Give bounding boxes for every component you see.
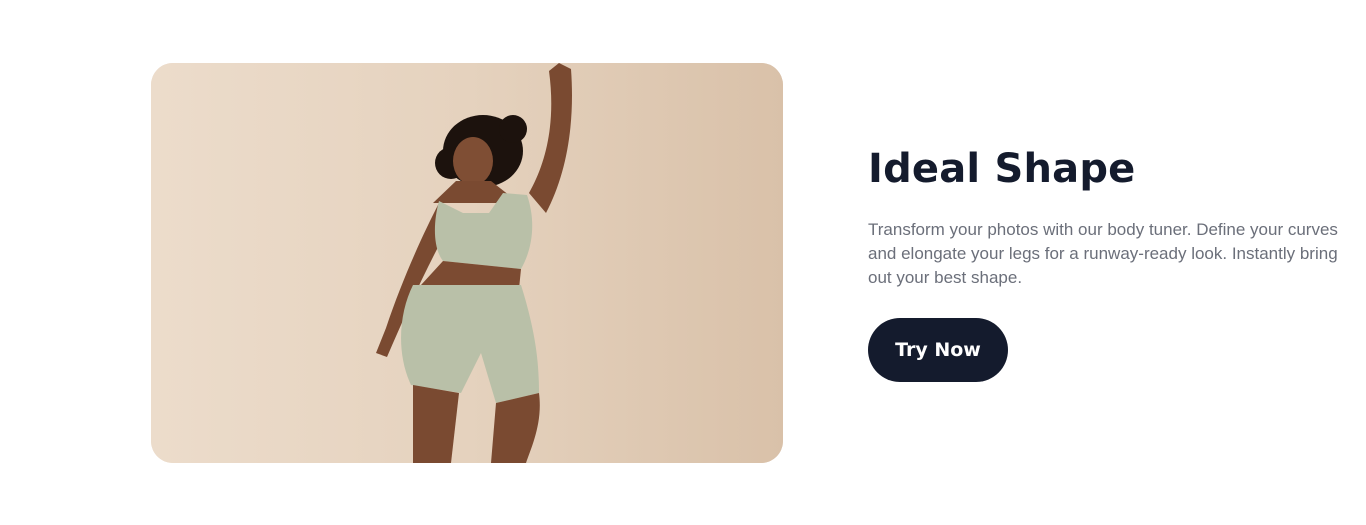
try-now-button[interactable]: Try Now xyxy=(868,318,1008,382)
feature-description: Transform your photos with our body tune… xyxy=(868,220,1338,287)
feature-photo xyxy=(151,63,783,463)
feature-section: Ideal Shape Transform your photos with o… xyxy=(0,0,1366,525)
model-illustration xyxy=(151,63,783,463)
feature-title: Ideal Shape xyxy=(868,146,1136,192)
feature-content: Ideal Shape Transform your photos with o… xyxy=(868,140,1338,382)
